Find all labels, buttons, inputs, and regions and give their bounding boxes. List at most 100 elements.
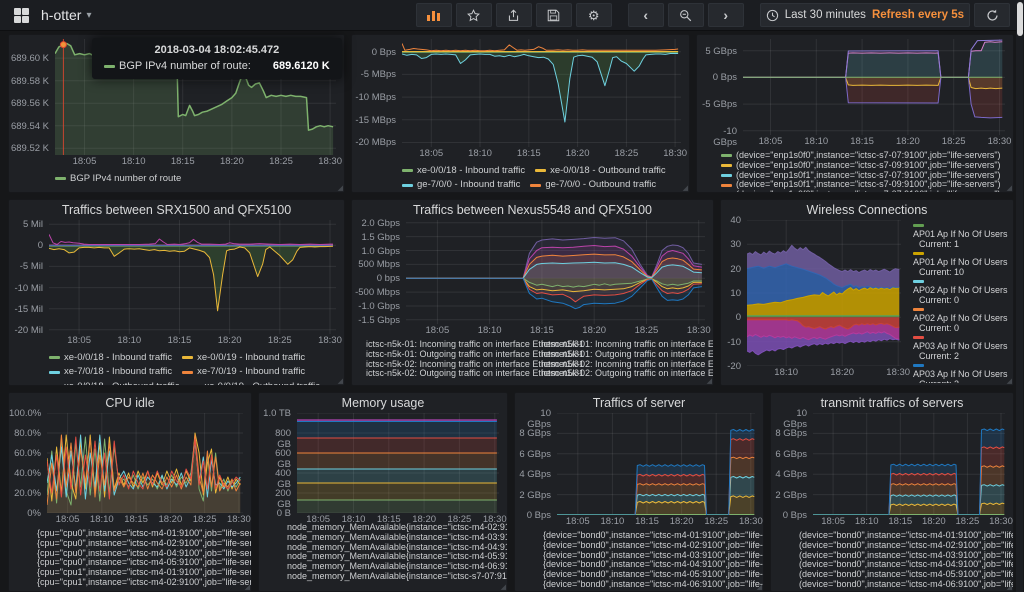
legend-item[interactable]: {cpu="cpu1",instance="ictsc-m4-02:9100",… [33,578,251,588]
legend-item[interactable]: AP02 Ap If No Of Users 5 GHzCurrent: 0 [913,308,1009,333]
legend-series-dash [402,169,413,172]
legend-item[interactable]: (device="bond0",instance="ictsc-m4-06:91… [795,580,1013,590]
x-axis-tick-label: 18:20 [215,156,249,167]
legend-item[interactable]: xe-7/0/19 - Inbound traffic [182,365,305,379]
x-axis-tick-label: 18:05 [753,136,787,147]
legend-item[interactable]: ge-7/0/0 - Inbound traffic [402,178,520,192]
legend-item[interactable]: BGP IPv4 number of route [55,172,181,186]
graph-canvas[interactable] [813,413,1005,515]
panel-resize-handle[interactable]: ◢ [757,583,762,591]
y-axis-tick-label: -5 Mil [9,261,43,272]
panel-resize-handle[interactable]: ◢ [338,377,343,385]
panel-title[interactable]: CPU idle [9,393,251,413]
legend-item[interactable]: ictsc-n5k-02: Outgoing traffic on interf… [538,369,714,379]
refresh-icon [986,9,999,22]
settings-button[interactable]: ⚙ [576,3,612,27]
legend-item[interactable]: ictsc-n5k-02: Outgoing traffic on interf… [362,369,538,379]
legend-item[interactable]: AP02 Ap If No Of Users 2.4 GHzCurrent: 0 [913,280,1009,305]
legend-item[interactable]: AP01 Ap If No Of Users 5 GHzCurrent: 10 [913,252,1009,277]
legend: {cpu="cpu0",instance="ictsc-m4-01:9100",… [9,527,251,588]
legend-series-dash [913,364,924,367]
series-area [297,453,497,469]
y-axis-tick-label: 0 bps [352,273,400,284]
legend-item[interactable]: (device="enp1s0f0",instance="ictsc-s7-07… [721,190,1013,193]
legend-item[interactable]: AP01 Ap If No Of Users 2.4 GHzCurrent: 1 [913,224,1009,249]
scrollbar-track[interactable] [1016,0,1023,592]
panel-resize-handle[interactable]: ◢ [1007,583,1012,591]
legend-item[interactable]: xe-0/0/19 - Inbound traffic [182,351,305,365]
grafana-app: h-otter ▾ ⚙ ‹ › [0,0,1024,592]
legend-item[interactable]: xe-0/0/18 - Inbound traffic [402,164,525,178]
panel-title[interactable]: transmit traffics of servers [771,393,1013,413]
panel-title[interactable]: Traffics of server [515,393,763,413]
legend-item[interactable]: {device="bond0",instance="ictsc-m4-06:91… [539,580,763,590]
panel-resize-handle[interactable]: ◢ [1007,184,1012,192]
legend-item[interactable]: xe-0/0/19 - Outbound traffic [189,380,319,387]
refresh-button[interactable] [974,3,1010,27]
panel-resize-handle[interactable]: ◢ [1007,377,1012,385]
panel-srv: Traffics of server0 Bps2 GBps4 GBps6 GBp… [514,392,764,592]
time-forward-button[interactable]: › [708,3,744,27]
legend-item[interactable]: xe-7/0/18 - Inbound traffic [49,365,172,379]
panel-resize-handle[interactable]: ◢ [245,583,250,591]
panel-resize-handle[interactable]: ◢ [707,377,712,385]
share-button[interactable] [496,3,532,27]
graph-canvas[interactable] [406,220,705,324]
chevron-down-icon[interactable]: ▾ [86,10,91,21]
scrollbar-thumb[interactable] [1017,2,1023,36]
zoom-out-button[interactable] [668,3,704,27]
x-axis-tick-label: 18:10 [463,148,497,159]
time-picker-button[interactable]: Last 30 minutes Refresh every 5s [760,3,970,27]
legend-series-label: (device="enp1s0f0",instance="ictsc-s7-07… [736,190,1001,193]
x-axis-tick-label: 18:15 [525,325,559,336]
panel-title[interactable]: Memory usage [259,393,507,413]
legend-item[interactable]: ge-7/0/0 - Outbound traffic [530,178,656,192]
add-panel-button[interactable] [416,3,452,27]
grafana-logo-icon[interactable] [14,8,29,23]
star-button[interactable] [456,3,492,27]
graph-canvas[interactable] [47,413,243,513]
legend-item[interactable]: xe-0/0/18 - Inbound traffic [49,351,172,365]
panel-resize-handle[interactable]: ◢ [683,184,688,192]
graph-canvas[interactable] [557,413,755,515]
panel-resize-handle[interactable]: ◢ [338,184,343,192]
x-axis-tick-label: 18:15 [166,156,200,167]
series-area [49,245,333,310]
graph-canvas[interactable] [747,220,901,366]
tooltip-series-color-dash [104,65,115,68]
panel-title[interactable]: Traffics between SRX1500 and QFX5100 [9,200,344,220]
legend-item[interactable]: node_memory_MemAvailable{instance="ictsc… [283,572,507,582]
y-axis-tick-label: -10 [721,337,741,348]
time-back-button[interactable]: ‹ [628,3,664,27]
panel-servers_gbps: 5 GBps0 Bps-5 GBps-10 GBps18:0518:1018:1… [696,34,1014,193]
legend-series-dash [535,169,546,172]
panel-mem: Memory usage0 B200 GB400 GB600 GB800 GB1… [258,392,508,592]
y-axis-tick-label: 40 [721,215,741,226]
y-axis-tick-label: 40.0% [9,468,41,479]
graph-canvas[interactable] [49,220,336,334]
graph-canvas[interactable] [743,39,1005,135]
save-button[interactable] [536,3,572,27]
panel-title[interactable]: Wireless Connections [721,200,1013,220]
x-axis-tick-label: 18:30 [734,516,764,527]
legend-item[interactable]: xe-0/0/18 - Outbound traffic [535,164,665,178]
graph-canvas[interactable] [297,413,499,513]
x-axis-tick-label: 18:25 [629,325,663,336]
time-range-label: Last 30 minutes [785,9,866,21]
legend-item[interactable]: AP03 Ap If No Of Users 2.4 GHzCurrent: 2 [913,336,1009,361]
panel-title[interactable]: Traffics between Nexus5548 and QFX5100 [352,200,713,220]
y-axis-tick-label: 10 [721,288,741,299]
x-axis-tick-label: 18:10 [85,514,119,525]
y-axis-tick-label: 6 GBps [771,449,807,460]
panel-resize-handle[interactable]: ◢ [501,583,506,591]
legend-series-label: xe-0/0/18 - Inbound traffic [417,164,525,178]
legend-item[interactable]: AP03 Ap If No Of Users 5 GHzCurrent: 2 [913,364,1009,383]
y-axis-tick-label: 689.52 K [9,143,49,154]
x-axis-tick-label: 18:20 [213,335,247,346]
y-axis-tick-label: 689.54 K [9,121,49,132]
graph-canvas[interactable] [402,39,681,147]
legend-item[interactable]: xe-0/0/18 - Outbound traffic [49,380,179,387]
dashboard-title[interactable]: h-otter [41,7,81,23]
y-axis-tick-label: 20.0% [9,488,41,499]
legend-series-label: ge-7/0/0 - Outbound traffic [545,178,656,192]
